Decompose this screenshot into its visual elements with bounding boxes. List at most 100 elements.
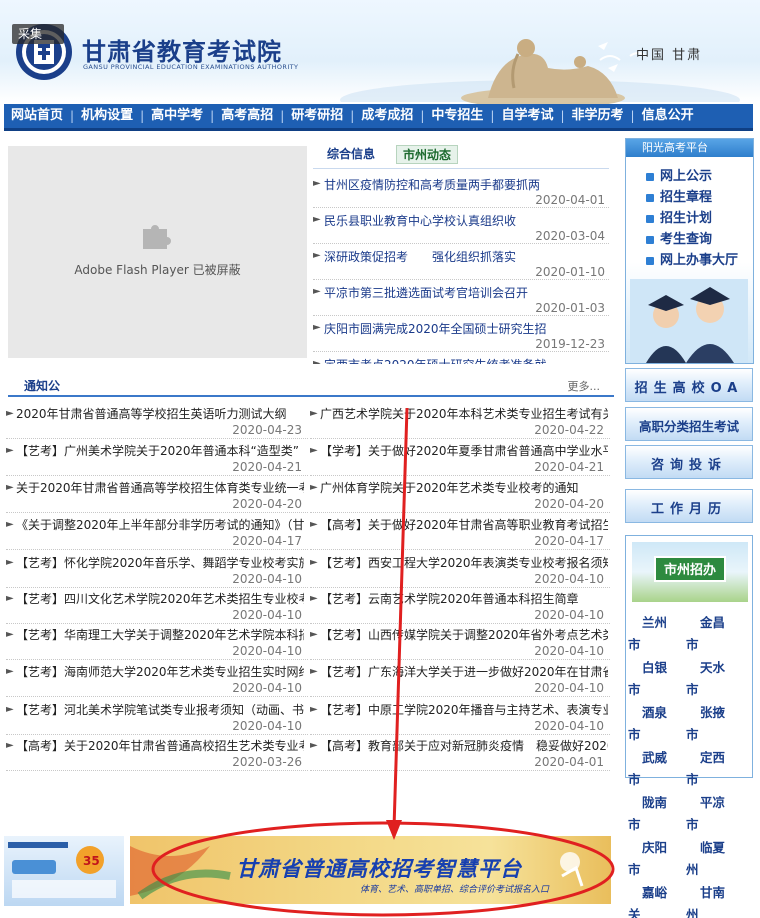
notice-title[interactable]: 【艺考】河北美术学院笔试类专业报考须知（动画、书法 — [16, 701, 304, 718]
notice-title[interactable]: 【高考】关于2020年甘肃省普通高校招生艺术类专业考 — [16, 737, 304, 754]
smart-admission-platform-banner[interactable]: 甘肃省普通高校招考智慧平台 体育、艺术、高职单招、综合评价考试报名入口 — [130, 836, 611, 904]
city-link[interactable]: 金昌市 — [686, 612, 728, 656]
tab-general-info[interactable]: 综合信息 — [321, 145, 381, 164]
notice-item[interactable]: ► 广州体育学院关于2020年艺术类专业校考的通知 2020-04-20 — [310, 476, 610, 513]
nav-item[interactable]: 自学考试 — [494, 104, 560, 128]
sunshine-link[interactable]: 网上办事大厅 — [646, 249, 738, 268]
tab-city-news[interactable]: 市州动态 — [396, 145, 459, 164]
work-calendar-button[interactable]: 工作月历 — [625, 489, 753, 523]
news-title[interactable]: 深研政策促招考 强化组织抓落实 — [324, 248, 606, 265]
sunshine-link[interactable]: 招生章程 — [646, 186, 712, 205]
sunshine-link[interactable]: 考生查询 — [646, 228, 712, 247]
consult-complain-button[interactable]: 咨询投诉 — [625, 445, 753, 479]
nav-item[interactable]: 成考成招 — [354, 104, 420, 128]
news-item[interactable]: ►定西市考点2020年硕士研究生统考准备就 — [313, 352, 609, 364]
city-link[interactable]: 天水市 — [686, 657, 728, 701]
news-item[interactable]: ► 庆阳市圆满完成2020年全国硕士研究生招 2019-12-23 — [313, 316, 609, 352]
flash-placeholder[interactable]: Adobe Flash Player 已被屏蔽 — [8, 146, 307, 358]
city-link[interactable]: 酒泉市 — [628, 702, 670, 746]
notice-item[interactable]: ► 【高考】教育部关于应对新冠肺炎疫情 稳妥做好2020年 2020-04-01 — [310, 734, 610, 771]
city-link[interactable]: 嘉峪关 — [628, 882, 670, 918]
notice-item[interactable]: ► 【艺考】海南师范大学2020年艺术类专业招生实时网络 2020-04-10 — [6, 660, 308, 697]
notice-more-link[interactable]: 更多... — [568, 378, 601, 394]
notice-title[interactable]: 关于2020年甘肃省普通高等学校招生体育类专业统一考 — [16, 479, 304, 496]
nav-item[interactable]: 高中学考 — [144, 104, 210, 128]
notice-item[interactable]: ► 【艺考】广州美术学院关于2020年普通本科“造型类” 2020-04-21 — [6, 439, 308, 476]
notice-date: 2020-04-17 — [534, 534, 604, 548]
notice-title[interactable]: 【高考】关于做好2020年甘肃省高等职业教育考试招生 — [320, 516, 608, 533]
city-link[interactable]: 平凉市 — [686, 792, 728, 836]
city-link[interactable]: 白银市 — [628, 657, 670, 701]
news-item[interactable]: ► 深研政策促招考 强化组织抓落实 2020-01-10 — [313, 244, 609, 280]
city-link[interactable]: 临夏州 — [686, 837, 728, 881]
notice-item[interactable]: ► 广西艺术学院关于2020年本科艺术类专业招生考试有关 2020-04-22 — [310, 402, 610, 439]
news-title[interactable]: 定西市考点2020年硕士研究生统考准备就 — [324, 356, 606, 364]
notice-item[interactable]: ► 【高考】关于2020年甘肃省普通高校招生艺术类专业考 2020-03-26 — [6, 734, 308, 771]
notice-item[interactable]: ► 【艺考】中原工学院2020年播音与主持艺术、表演专业 2020-04-10 — [310, 698, 610, 735]
notice-item[interactable]: ► 【艺考】河北美术学院笔试类专业报考须知（动画、书法 2020-04-10 — [6, 698, 308, 735]
notice-title[interactable]: 【学考】关于做好2020年夏季甘肃省普通高中学业水平 — [320, 442, 608, 459]
notice-title[interactable]: 广州体育学院关于2020年艺术类专业校考的通知 — [320, 479, 608, 496]
notice-title[interactable]: 广西艺术学院关于2020年本科艺术类专业招生考试有关 — [320, 405, 608, 422]
notice-title[interactable]: 【艺考】广州美术学院关于2020年普通本科“造型类” — [16, 442, 304, 459]
notice-title[interactable]: 《关于调整2020年上半年部分非学历考试的通知》（甘教 — [16, 516, 304, 533]
city-link[interactable]: 武威市 — [628, 747, 670, 791]
arrow-icon: ► — [310, 445, 318, 456]
sunshine-link[interactable]: 网上公示 — [646, 165, 712, 184]
city-link[interactable]: 陇南市 — [628, 792, 670, 836]
nav-item[interactable]: 非学历考 — [565, 104, 631, 128]
notice-title[interactable]: 【艺考】山西传媒学院关于调整2020年省外考点艺术类 — [320, 626, 608, 643]
nav-item[interactable]: 信息公开 — [635, 104, 701, 128]
news-item[interactable]: ► 平凉市第三批遴选面试考官培训会召开 2020-01-03 — [313, 280, 609, 316]
city-link[interactable]: 甘南州 — [686, 882, 728, 918]
notice-title[interactable]: 【艺考】西安工程大学2020年表演类专业校考报名须知 — [320, 554, 608, 571]
notice-item[interactable]: ► 【艺考】华南理工大学关于调整2020年艺术学院本科招 2020-04-10 — [6, 623, 308, 660]
notice-item[interactable]: ► 【艺考】广东海洋大学关于进一步做好2020年在甘肃省 2020-04-10 — [310, 660, 610, 697]
news-date: 2020-01-10 — [535, 265, 605, 279]
vocational-exam-button[interactable]: 高职分类招生考试 — [625, 407, 753, 441]
arrow-icon: ► — [6, 629, 14, 640]
notice-item[interactable]: ► 【艺考】云南艺术学院2020年普通本科招生简章 2020-04-10 — [310, 587, 610, 624]
city-name: 酒泉 — [642, 705, 668, 720]
city-suffix: 州 — [686, 862, 699, 877]
news-title[interactable]: 庆阳市圆满完成2020年全国硕士研究生招 — [324, 320, 606, 337]
notice-title[interactable]: 【艺考】中原工学院2020年播音与主持艺术、表演专业 — [320, 701, 608, 718]
notice-item[interactable]: ► 【艺考】怀化学院2020年音乐学、舞蹈学专业校考实施 2020-04-10 — [6, 551, 308, 588]
capture-tag[interactable]: 采集 — [12, 24, 64, 44]
sunshine-link[interactable]: 招生计划 — [646, 207, 712, 226]
notice-title[interactable]: 【艺考】广东海洋大学关于进一步做好2020年在甘肃省 — [320, 663, 608, 680]
news-title[interactable]: 甘州区疫情防控和高考质量两手都要抓两 — [324, 176, 606, 193]
nav-item[interactable]: 高考高招 — [214, 104, 280, 128]
university-oa-button[interactable]: 招生高校OA — [625, 368, 753, 402]
notice-title[interactable]: 2020年甘肃省普通高等学校招生英语听力测试大纲 — [16, 405, 304, 422]
news-item[interactable]: ► 甘州区疫情防控和高考质量两手都要抓两 2020-04-01 — [313, 172, 609, 208]
notice-title[interactable]: 【艺考】华南理工大学关于调整2020年艺术学院本科招 — [16, 626, 304, 643]
banner-title: 甘肃省普通高校招考智慧平台 — [236, 856, 522, 881]
nav-item[interactable]: 研考研招 — [284, 104, 350, 128]
notice-title[interactable]: 【艺考】海南师范大学2020年艺术类专业招生实时网络 — [16, 663, 304, 680]
city-link[interactable]: 庆阳市 — [628, 837, 670, 881]
news-title[interactable]: 民乐县职业教育中心学校认真组织收 — [324, 212, 606, 229]
notice-title[interactable]: 【艺考】怀化学院2020年音乐学、舞蹈学专业校考实施 — [16, 554, 304, 571]
academic-exam-banner[interactable]: 35 — [4, 836, 124, 906]
notice-header: 通知公 更多... — [8, 373, 614, 397]
notice-item[interactable]: ► 《关于调整2020年上半年部分非学历考试的通知》（甘教 2020-04-17 — [6, 513, 308, 550]
nav-item[interactable]: 机构设置 — [74, 104, 140, 128]
news-title[interactable]: 平凉市第三批遴选面试考官培训会召开 — [324, 284, 606, 301]
notice-item[interactable]: ► 【艺考】四川文化艺术学院2020年艺术类招生专业校考 2020-04-10 — [6, 587, 308, 624]
notice-item[interactable]: ► 【学考】关于做好2020年夏季甘肃省普通高中学业水平 2020-04-21 — [310, 439, 610, 476]
notice-title[interactable]: 【艺考】四川文化艺术学院2020年艺术类招生专业校考 — [16, 590, 304, 607]
news-item[interactable]: ► 民乐县职业教育中心学校认真组织收 2020-03-04 — [313, 208, 609, 244]
nav-item[interactable]: 中专招生 — [424, 104, 490, 128]
notice-item[interactable]: ► 【艺考】山西传媒学院关于调整2020年省外考点艺术类 2020-04-10 — [310, 623, 610, 660]
city-link[interactable]: 定西市 — [686, 747, 728, 791]
city-link[interactable]: 张掖市 — [686, 702, 728, 746]
city-link[interactable]: 兰州市 — [628, 612, 670, 656]
nav-item[interactable]: 网站首页 — [4, 104, 70, 128]
notice-item[interactable]: ► 【高考】关于做好2020年甘肃省高等职业教育考试招生 2020-04-17 — [310, 513, 610, 550]
notice-item[interactable]: ► 关于2020年甘肃省普通高等学校招生体育类专业统一考 2020-04-20 — [6, 476, 308, 513]
notice-title[interactable]: 【高考】教育部关于应对新冠肺炎疫情 稳妥做好2020年 — [320, 737, 608, 754]
notice-item[interactable]: ► 【艺考】西安工程大学2020年表演类专业校考报名须知 2020-04-10 — [310, 551, 610, 588]
notice-item[interactable]: ► 2020年甘肃省普通高等学校招生英语听力测试大纲 2020-04-23 — [6, 402, 308, 439]
notice-title[interactable]: 【艺考】云南艺术学院2020年普通本科招生简章 — [320, 590, 608, 607]
